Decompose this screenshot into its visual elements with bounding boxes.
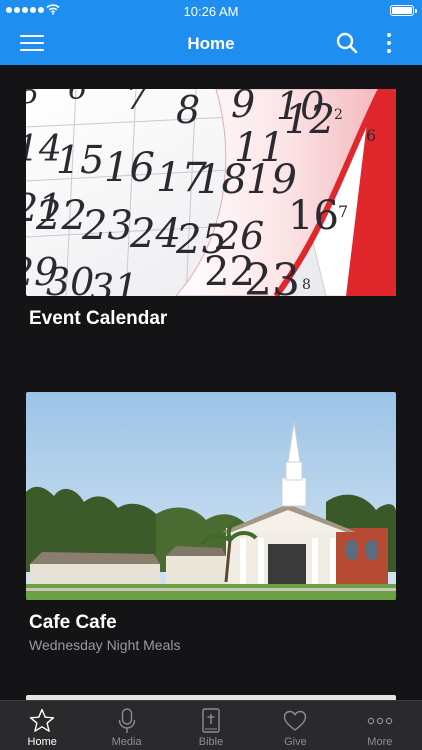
tab-bar: Home Media Bible Give More (0, 700, 422, 750)
tab-label: Media (111, 736, 142, 748)
calendar-number: 2 (334, 107, 343, 123)
calendar-number: 7 (126, 89, 148, 118)
status-time: 10:26 AM (183, 4, 239, 19)
tab-label: More (367, 736, 393, 748)
bible-icon (202, 708, 220, 733)
calendar-number: 31 (90, 266, 138, 296)
calendar-number: 7 (338, 202, 348, 221)
tab-label: Give (284, 736, 307, 748)
tab-home[interactable]: Home (0, 701, 84, 750)
card-title: Cafe Cafe (29, 612, 117, 633)
nav-bar: Home (0, 22, 422, 65)
tab-media[interactable]: Media (84, 701, 168, 750)
calendar-number: 22 (35, 193, 87, 239)
calendar-number: 8 (302, 277, 311, 293)
status-bar: 10:26 AM (0, 0, 422, 22)
more-dots-icon (367, 717, 393, 725)
star-icon (30, 708, 55, 732)
calendar-number: 16 (104, 145, 155, 191)
calendar-number: 23 (244, 255, 300, 296)
calendar-number: 12 (284, 97, 335, 143)
heart-icon (284, 710, 307, 731)
calendar-number: 6 (68, 89, 87, 107)
page-title: Home (187, 34, 235, 53)
card-subtitle: Wednesday Night Meals (29, 637, 181, 653)
card-title: Event Calendar (29, 308, 168, 329)
tab-give[interactable]: Give (253, 701, 337, 750)
more-vertical-icon[interactable] (382, 31, 396, 55)
search-icon[interactable] (336, 32, 358, 54)
calendar-number: 5 (26, 89, 39, 111)
event-calendar-card[interactable]: 5 6 7 8 9 10 11 12 14 15 16 17 18 19 21 … (26, 89, 396, 330)
battery-icon (390, 5, 417, 16)
calendar-number: 8 (176, 89, 200, 132)
calendar-number: 15 (56, 138, 104, 182)
calendar-number: 23 (81, 203, 133, 249)
tab-label: Bible (198, 736, 224, 748)
calendar-number: 6 (366, 126, 376, 145)
microphone-icon (118, 708, 135, 733)
tab-label: Home (27, 736, 57, 748)
calendar-image: 5 6 7 8 9 10 11 12 14 15 16 17 18 19 21 … (26, 89, 396, 296)
calendar-number: 24 (129, 211, 181, 257)
cafe-card[interactable]: Cafe Cafe Wednesday Night Meals (26, 392, 396, 653)
calendar-number: 18 (196, 157, 247, 203)
tab-bible[interactable]: Bible (169, 701, 253, 750)
calendar-number: 16 (288, 193, 339, 239)
tab-more[interactable]: More (338, 701, 422, 750)
church-image (26, 392, 396, 600)
calendar-number: 9 (231, 89, 255, 126)
calendar-number: 30 (46, 260, 94, 296)
